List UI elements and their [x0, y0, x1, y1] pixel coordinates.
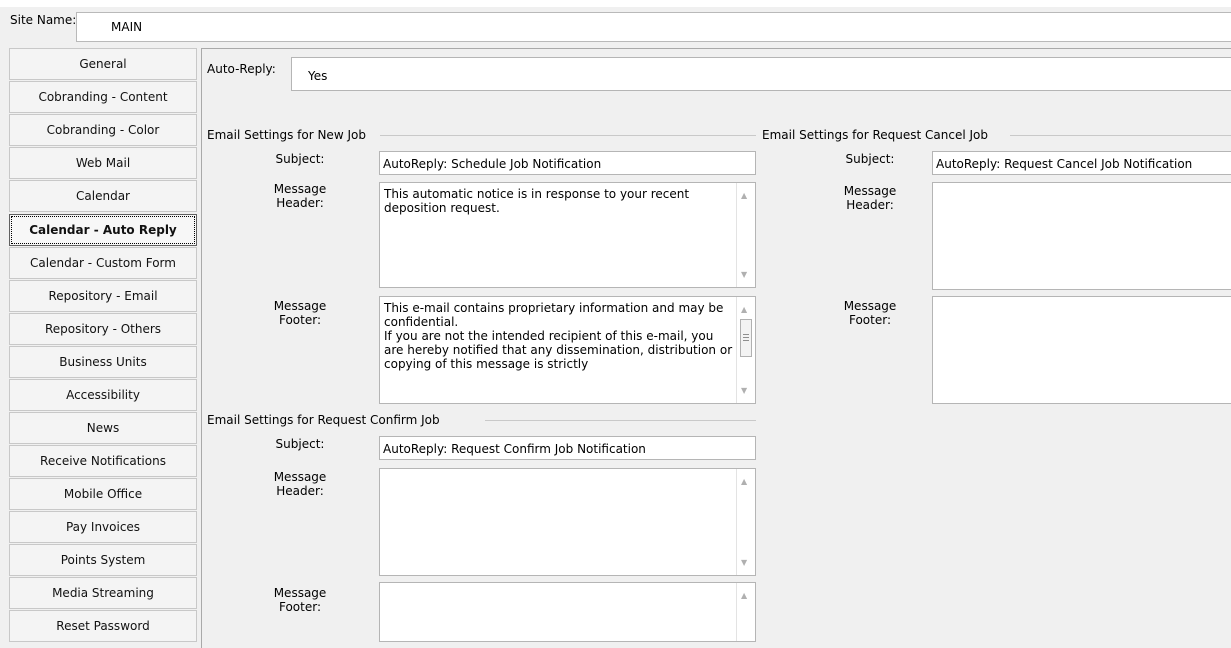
sidebar-item-repository-others[interactable]: Repository - Others: [9, 313, 197, 345]
scroll-thumb[interactable]: [740, 319, 752, 357]
cancel-job-group-title: Email Settings for Request Cancel Job: [762, 128, 988, 142]
cancel-job-header-label-2: Header:: [846, 198, 894, 212]
confirm-job-footer-textarea[interactable]: ▲: [379, 582, 756, 642]
auto-reply-value: Yes: [308, 69, 328, 83]
new-job-header-textarea[interactable]: This automatic notice is in response to …: [379, 182, 756, 288]
confirm-job-group-title: Email Settings for Request Confirm Job: [207, 413, 440, 427]
cancel-job-subject-label: Subject:: [845, 152, 895, 166]
cancel-job-subject-input[interactable]: AutoReply: Request Cancel Job Notificati…: [932, 151, 1231, 175]
new-job-subject-value: AutoReply: Schedule Job Notification: [383, 157, 602, 171]
confirm-job-subject-label: Subject:: [275, 437, 325, 451]
sidebar-item-receive-notifications[interactable]: Receive Notifications: [9, 445, 197, 477]
new-job-footer-label-2: Footer:: [278, 313, 321, 327]
sidebar-item-business-units[interactable]: Business Units: [9, 346, 197, 378]
cancel-job-header-label-1: Message: [843, 184, 897, 198]
new-job-header-text: This automatic notice is in response to …: [384, 187, 690, 215]
new-job-footer-text: This e-mail contains proprietary informa…: [384, 301, 733, 371]
confirm-job-group-line: [485, 420, 756, 421]
cancel-job-footer-label-2: Footer:: [848, 313, 891, 327]
auto-reply-select[interactable]: Yes: [291, 57, 1231, 91]
scroll-up-icon[interactable]: ▲: [741, 191, 747, 200]
site-name-field[interactable]: MAIN: [76, 12, 1231, 42]
confirm-job-header-label-1: Message: [273, 470, 327, 484]
sidebar-item-cobranding-color[interactable]: Cobranding - Color: [9, 114, 197, 146]
sidebar-item-media-streaming[interactable]: Media Streaming: [9, 577, 197, 609]
scroll-up-icon[interactable]: ▲: [741, 591, 747, 600]
scroll-down-icon[interactable]: ▼: [741, 270, 747, 279]
scroll-down-icon[interactable]: ▼: [741, 558, 747, 567]
confirm-job-footer-label-2: Footer:: [278, 600, 321, 614]
scroll-up-icon[interactable]: ▲: [741, 477, 747, 486]
sidebar-item-accessibility[interactable]: Accessibility: [9, 379, 197, 411]
confirm-job-subject-input[interactable]: AutoReply: Request Confirm Job Notificat…: [379, 436, 756, 460]
sidebar-item-news[interactable]: News: [9, 412, 197, 444]
new-job-group-line: [380, 135, 756, 136]
new-job-footer-scrollbar[interactable]: ▲ ▼: [736, 297, 755, 403]
confirm-job-header-scrollbar[interactable]: ▲ ▼: [736, 469, 755, 575]
sidebar-item-reset-password[interactable]: Reset Password: [9, 610, 197, 642]
auto-reply-label: Auto-Reply:: [207, 62, 276, 76]
sidebar-item-mobile-office[interactable]: Mobile Office: [9, 478, 197, 510]
sidebar-item-repository-email[interactable]: Repository - Email: [9, 280, 197, 312]
confirm-job-footer-label-1: Message: [273, 586, 327, 600]
new-job-footer-textarea[interactable]: This e-mail contains proprietary informa…: [379, 296, 756, 404]
new-job-header-label-1: Message: [273, 182, 327, 196]
cancel-job-group-line: [1010, 135, 1231, 136]
sidebar-item-web-mail[interactable]: Web Mail: [9, 147, 197, 179]
cancel-job-header-textarea[interactable]: [932, 182, 1231, 290]
sidebar-item-calendar-auto-reply[interactable]: Calendar - Auto Reply: [9, 214, 197, 246]
sidebar-item-cobranding-content[interactable]: Cobranding - Content: [9, 81, 197, 113]
scroll-up-icon[interactable]: ▲: [741, 305, 747, 314]
new-job-header-label-2: Header:: [276, 196, 324, 210]
cancel-job-footer-label-1: Message: [843, 299, 897, 313]
sidebar-item-calendar-custom-form[interactable]: Calendar - Custom Form: [9, 247, 197, 279]
cancel-job-subject-value: AutoReply: Request Cancel Job Notificati…: [936, 157, 1193, 171]
new-job-header-scrollbar[interactable]: ▲ ▼: [736, 183, 755, 287]
confirm-job-subject-value: AutoReply: Request Confirm Job Notificat…: [383, 442, 646, 456]
cancel-job-footer-textarea[interactable]: [932, 296, 1231, 404]
confirm-job-footer-scrollbar[interactable]: ▲: [736, 583, 755, 641]
top-strip: [0, 0, 1231, 7]
new-job-subject-label: Subject:: [275, 152, 325, 166]
site-name-label: Site Name:: [10, 13, 77, 27]
sidebar-item-calendar[interactable]: Calendar: [9, 180, 197, 212]
sidebar-item-pay-invoices[interactable]: Pay Invoices: [9, 511, 197, 543]
new-job-group-title: Email Settings for New Job: [207, 128, 366, 142]
sidebar-item-points-system[interactable]: Points System: [9, 544, 197, 576]
confirm-job-header-textarea[interactable]: ▲ ▼: [379, 468, 756, 576]
sidebar-item-general[interactable]: General: [9, 48, 197, 80]
new-job-subject-input[interactable]: AutoReply: Schedule Job Notification: [379, 151, 756, 175]
new-job-footer-label-1: Message: [273, 299, 327, 313]
site-name-value: MAIN: [111, 20, 143, 34]
scroll-down-icon[interactable]: ▼: [741, 386, 747, 395]
confirm-job-header-label-2: Header:: [276, 484, 324, 498]
